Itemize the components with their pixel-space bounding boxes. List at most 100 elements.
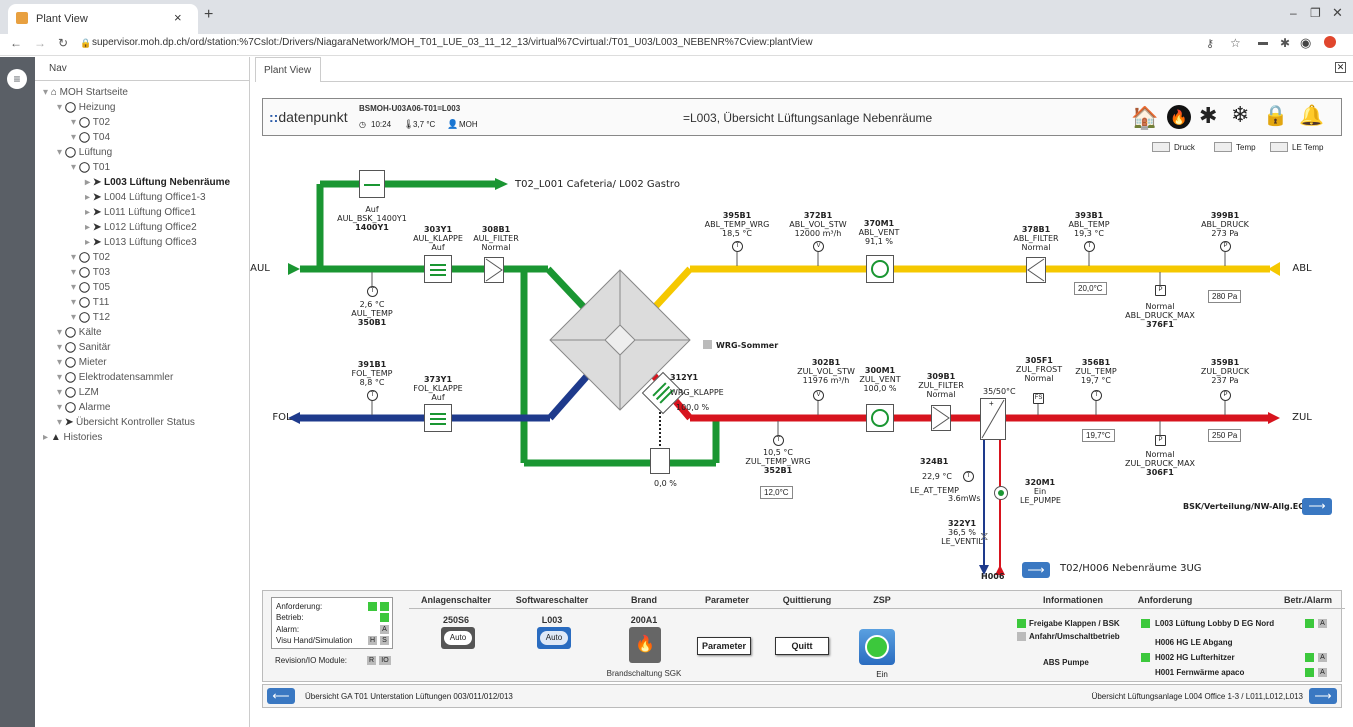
f305-label-line: 305F1 — [1025, 356, 1053, 365]
volume-sensor-icon[interactable]: V — [813, 241, 824, 252]
softwareschalter-auto: Auto — [540, 631, 568, 645]
bypass-damper[interactable] — [650, 448, 670, 474]
rev-led: R — [367, 656, 376, 665]
f376-label: Normal ABL_DRUCK_MAX 376F1 — [1120, 302, 1200, 329]
h006-link[interactable]: T02/H006 Nebenräume 3UG — [1060, 564, 1202, 574]
pressure-sensor-icon[interactable]: P — [1155, 285, 1166, 296]
y373-label-line: FOL_KLAPPE — [413, 384, 463, 393]
y322-label-line: 36,5 % — [948, 528, 976, 537]
alarm3-led: A — [1318, 653, 1327, 662]
b309-label-line: ZUL_FILTER — [918, 381, 964, 390]
temp-sensor-icon[interactable]: T — [732, 241, 743, 252]
b399-setpoint[interactable]: 280 Pa — [1208, 290, 1242, 303]
y312-name: WRG_KLAPPE — [670, 388, 724, 397]
abl-inlet-arrow — [1268, 262, 1280, 276]
y373-label-line: Auf — [431, 393, 445, 402]
betr1-led — [1305, 619, 1314, 628]
b356-setpoint[interactable]: 19,7°C — [1082, 429, 1115, 442]
anf-h001: H001 Fernwärme apaco — [1155, 668, 1245, 677]
temp-sensor-icon[interactable]: T — [773, 435, 784, 446]
b350-label: 2,6 °C AUL_TEMP 350B1 — [340, 300, 404, 327]
abl-fan[interactable] — [866, 255, 894, 283]
b359-setpoint[interactable]: 250 Pa — [1208, 429, 1242, 442]
y322-label-line: LE_VENTIL — [941, 537, 983, 546]
bypass-val: 0,0 % — [654, 479, 677, 488]
temp-sensor-icon[interactable]: T — [367, 390, 378, 401]
b350-label-line: 2,6 °C — [359, 300, 385, 309]
pressure-sensor-icon[interactable]: P — [1220, 241, 1231, 252]
b350-label-line: AUL_TEMP — [351, 309, 393, 318]
b359-label-line: 359B1 — [1210, 358, 1240, 367]
y322-label: 322Y1 36,5 % LE_VENTIL — [940, 519, 984, 546]
zul-filter[interactable] — [931, 405, 951, 431]
m320-label: 320M1 Ein LE_PUMPE — [1020, 478, 1061, 505]
m370-label-line: 370M1 — [863, 219, 895, 228]
b395-label-line: 18,5 °C — [722, 229, 752, 238]
aul-damper[interactable] — [424, 255, 452, 283]
b372-label-line: ABL_VOL_STW — [789, 220, 847, 229]
status-betrieb: Betrieb: — [276, 613, 304, 622]
status-anforderung: Anforderung: — [276, 602, 323, 611]
b308-label-line: AUL_FILTER — [473, 234, 519, 243]
bsk-label-line: 1400Y1 — [355, 223, 389, 232]
temp-sensor-icon[interactable]: T — [1091, 390, 1102, 401]
fol-label: FOL — [272, 412, 292, 424]
le-pump-icon[interactable] — [994, 486, 1008, 500]
b309-label-line: Normal — [926, 390, 956, 399]
heating-coil[interactable]: + — [980, 398, 1006, 440]
b324-pres: 3.6mWs — [948, 494, 981, 503]
io-led: IO — [379, 656, 391, 665]
info-anfahr: Anfahr/Umschaltbetrieb — [1029, 632, 1120, 641]
bsk-link[interactable]: BSK/Verteilung/NW-Allg.EG. — [1183, 502, 1308, 511]
forward-arrow-icon[interactable]: ⟶ — [1309, 688, 1337, 704]
y303-label: 303Y1 AUL_KLAPPE Auf — [408, 225, 468, 252]
bsk-damper[interactable] — [359, 170, 385, 198]
anforderung-led-2 — [380, 602, 389, 611]
b356-label: 356B1 ZUL_TEMP 19,7 °C — [1068, 358, 1124, 385]
b393-setpoint[interactable]: 20,0°C — [1074, 282, 1107, 295]
b399-label: 399B1 ABL_DRUCK 273 Pa — [1196, 211, 1254, 238]
col-parameter: Parameter — [704, 595, 750, 605]
softwareschalter-switch[interactable]: Auto — [537, 627, 571, 649]
f305-label-line: Normal — [1024, 374, 1054, 383]
temp-sensor-icon[interactable]: T — [963, 471, 974, 482]
abl-filter[interactable] — [1026, 257, 1046, 283]
b308-label-line: Normal — [481, 243, 511, 252]
b391-label-line: 8,8 °C — [359, 378, 385, 387]
col-anforderung: Anforderung — [1137, 595, 1193, 605]
quitt-button[interactable]: Quitt — [775, 637, 829, 655]
b399-label-line: ABL_DRUCK — [1201, 220, 1249, 229]
footer-right-link[interactable]: Übersicht Lüftungsanlage L004 Office 1-3… — [1063, 692, 1303, 701]
temp-sensor-icon[interactable]: T — [367, 286, 378, 297]
coil-label: 35/50°C — [983, 387, 1016, 396]
h006-link-arrow-icon[interactable]: ⟶ — [1022, 562, 1050, 578]
b350-label-line: 350B1 — [357, 318, 387, 327]
frost-switch-icon[interactable]: FS — [1033, 393, 1044, 404]
hand-led: H — [368, 636, 377, 645]
aul-filter[interactable] — [484, 257, 504, 283]
b393-label-line: ABL_TEMP — [1068, 220, 1110, 229]
volume-sensor-icon[interactable]: V — [813, 390, 824, 401]
brand-fire-icon[interactable]: 🔥 — [629, 627, 661, 663]
zul-outlet-arrow — [1268, 412, 1280, 424]
pressure-sensor-icon[interactable]: P — [1220, 390, 1231, 401]
footer-left-link[interactable]: Übersicht GA T01 Unterstation Lüftungen … — [305, 692, 513, 701]
fol-damper[interactable] — [424, 404, 452, 432]
temp-sensor-icon[interactable]: T — [1084, 241, 1095, 252]
b391-label: 391B1 FOL_TEMP 8,8 °C — [342, 360, 402, 387]
brand-text: Brandschaltung SGK — [606, 669, 682, 678]
zsp-clock-icon[interactable] — [859, 629, 895, 665]
f305-label-line: ZUL_FROST — [1015, 365, 1063, 374]
anlagenschalter-switch[interactable]: Auto — [441, 627, 475, 649]
bsk-link-arrow-icon[interactable]: ⟶ — [1302, 498, 1332, 515]
pressure-sensor-icon[interactable]: P — [1155, 435, 1166, 446]
wrg-sommer-label: WRG-Sommer — [716, 341, 779, 350]
b352-label-line: 10,5 °C — [763, 448, 793, 457]
parameter-button[interactable]: Parameter — [697, 637, 751, 655]
softwareschalter-id: L003 — [541, 615, 563, 625]
b352-setpoint[interactable]: 12,0°C — [760, 486, 793, 499]
b309-label: 309B1 ZUL_FILTER Normal — [914, 372, 968, 399]
zul-fan[interactable] — [866, 404, 894, 432]
back-arrow-icon[interactable]: ⟵ — [267, 688, 295, 704]
bsk-label-line: Auf — [365, 205, 379, 214]
